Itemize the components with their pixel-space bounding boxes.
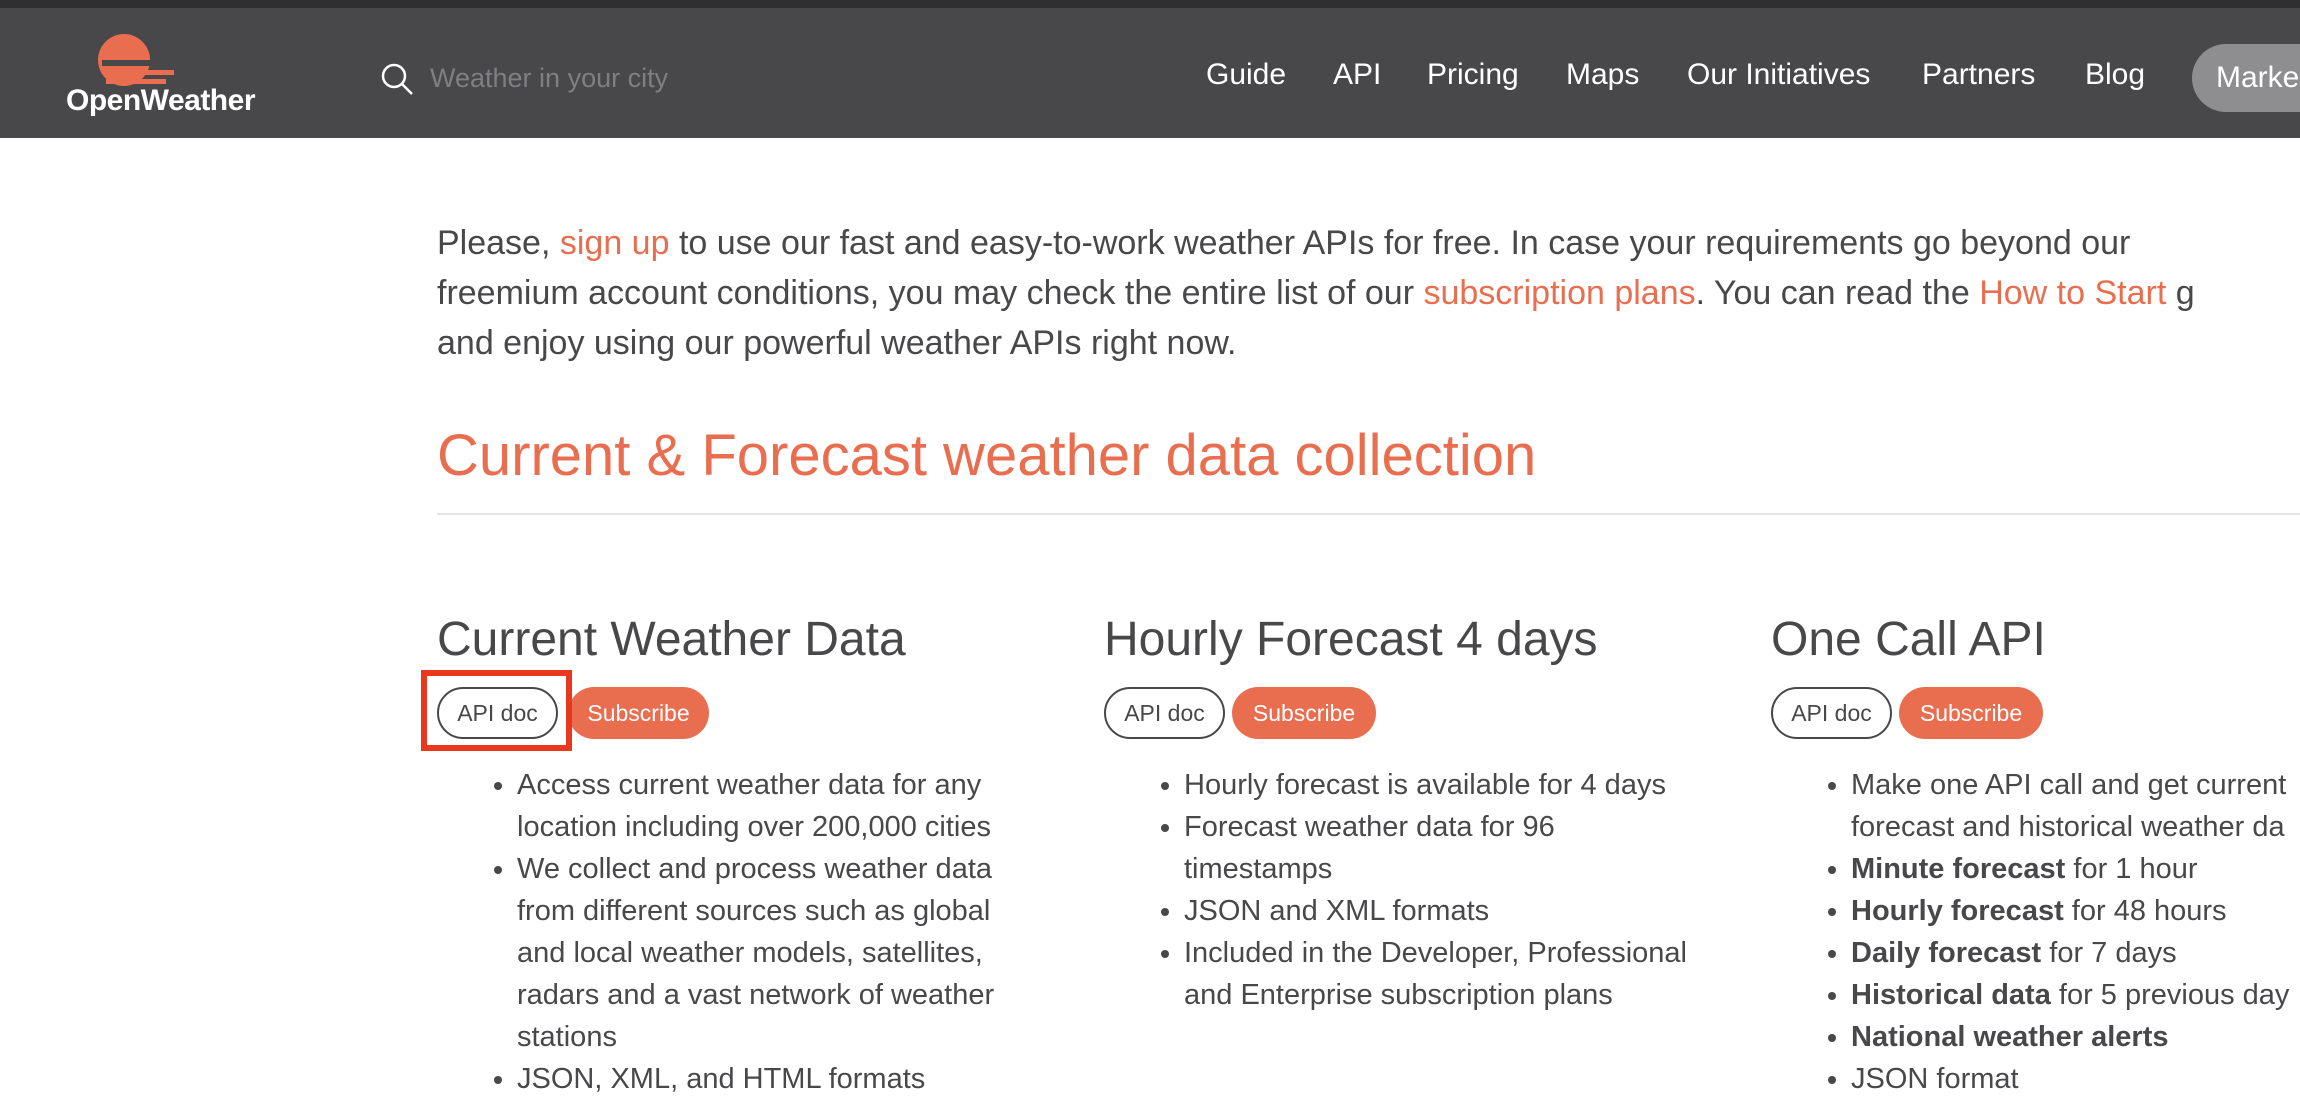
list-item: Make one API call and get currentforecas… — [1851, 764, 2289, 848]
hourly-forecast-card: Hourly Forecast 4 days API doc Subscribe… — [1104, 612, 1744, 1011]
current-weather-card: Current Weather Data API doc Subscribe A… — [437, 612, 1077, 1095]
nav-pricing[interactable]: Pricing — [1427, 58, 1519, 92]
card-title: One Call API — [1771, 613, 2046, 666]
feature-list: Make one API call and get currentforecas… — [1771, 764, 2289, 1100]
how-to-start-link[interactable]: How to Start — [1979, 274, 2166, 312]
list-item: Hourly forecast for 48 hours — [1851, 890, 2289, 932]
top-navigation-bar: OpenWeather Guide API Pricing Maps Our I… — [0, 0, 2300, 138]
list-item: Minute forecast for 1 hour — [1851, 848, 2289, 890]
intro-text: and enjoy using our powerful weather API… — [437, 324, 1237, 362]
subscribe-button[interactable]: Subscribe — [1899, 687, 2043, 739]
intro-text: freemium account conditions, you may che… — [437, 274, 1424, 312]
list-item: Forecast weather data for 96timestamps — [1184, 806, 1687, 890]
nav-maps[interactable]: Maps — [1566, 58, 1639, 92]
list-item: Hourly forecast is available for 4 days — [1184, 764, 1687, 806]
intro-text: to use our fast and easy-to-work weather… — [669, 224, 2131, 262]
nav-api[interactable]: API — [1333, 58, 1381, 92]
intro-text: Please, — [437, 224, 560, 262]
intro-text: . You can read the — [1695, 274, 1980, 312]
list-item: National weather alerts — [1851, 1016, 2289, 1058]
list-item: Included in the Developer, Professionala… — [1184, 932, 1687, 1016]
subscription-plans-link[interactable]: subscription plans — [1423, 274, 1695, 312]
one-call-api-card: One Call API API doc Subscribe Make one … — [1771, 612, 2300, 1095]
list-item: Access current weather data for anylocat… — [517, 764, 994, 848]
nav-partners[interactable]: Partners — [1922, 58, 2035, 92]
list-item: JSON format — [1851, 1058, 2289, 1100]
subscribe-button[interactable]: Subscribe — [1232, 687, 1376, 739]
list-item: Historical data for 5 previous day — [1851, 974, 2289, 1016]
intro-paragraph: Please, sign up to use our fast and easy… — [437, 218, 2300, 368]
nav-blog[interactable]: Blog — [2085, 58, 2145, 92]
marketplace-button[interactable]: Marke — [2192, 44, 2300, 112]
intro-text: g — [2166, 274, 2195, 312]
api-doc-button[interactable]: API doc — [1771, 687, 1892, 739]
list-item: We collect and process weather datafrom … — [517, 848, 994, 1058]
sign-up-link[interactable]: sign up — [560, 224, 670, 262]
list-item: JSON, XML, and HTML formats — [517, 1058, 994, 1100]
main-nav: Guide API Pricing Maps Our Initiatives P… — [0, 58, 2300, 98]
feature-list: Hourly forecast is available for 4 days … — [1104, 764, 1687, 1016]
card-title: Current Weather Data — [437, 613, 906, 666]
list-item: JSON and XML formats — [1184, 890, 1687, 932]
nav-our-initiatives[interactable]: Our Initiatives — [1687, 58, 1870, 92]
subscribe-button[interactable]: Subscribe — [568, 687, 709, 739]
card-title: Hourly Forecast 4 days — [1104, 613, 1598, 666]
section-title: Current & Forecast weather data collecti… — [437, 423, 1537, 488]
api-doc-highlight-box — [421, 670, 572, 751]
list-item: Daily forecast for 7 days — [1851, 932, 2289, 974]
feature-list: Access current weather data for anylocat… — [437, 764, 994, 1100]
section-divider — [437, 513, 2300, 515]
api-doc-button[interactable]: API doc — [1104, 687, 1225, 739]
nav-guide[interactable]: Guide — [1206, 58, 1286, 92]
